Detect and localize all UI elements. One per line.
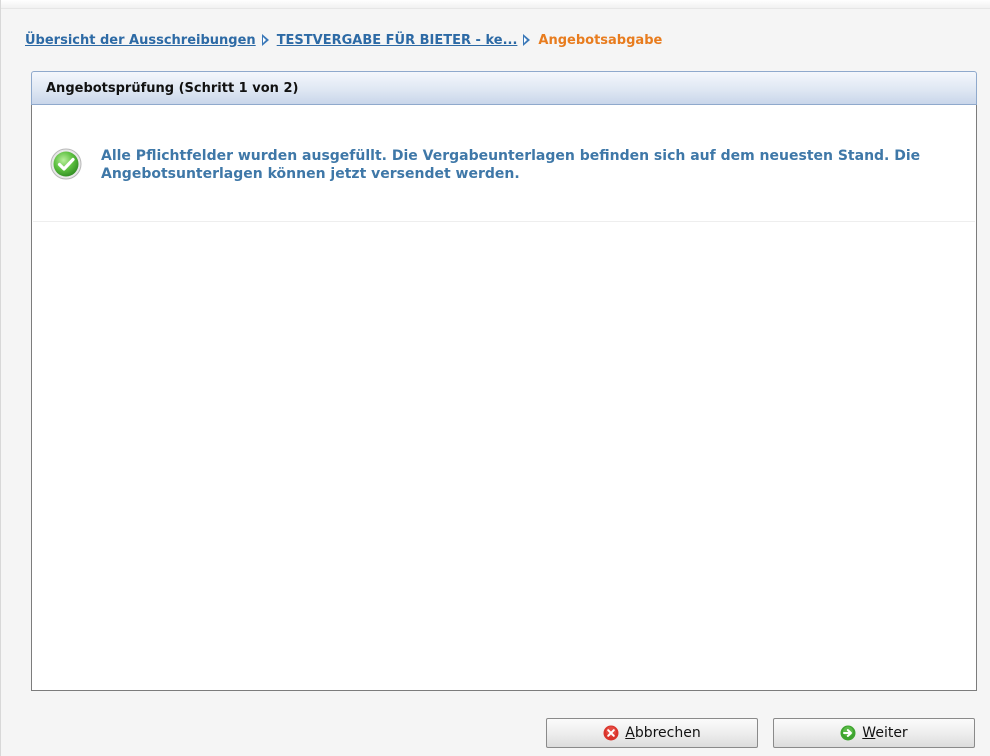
panel-title: Angebotsprüfung (Schritt 1 von 2) [46,80,299,96]
breadcrumb-separator-icon [261,34,269,46]
validation-message-row: Alle Pflichtfelder wurden ausgefüllt. Di… [33,105,975,222]
next-button-mnemonic: W [862,725,876,741]
application-window: Übersicht der Ausschreibungen TESTVERGAB… [0,0,990,756]
success-check-icon [50,148,82,180]
validation-message: Alle Pflichtfelder wurden ausgefüllt. Di… [101,147,959,183]
breadcrumb-current-page: Angebotsabgabe [538,32,663,48]
breadcrumb-separator-icon [523,34,531,46]
next-button-label: Weiter [862,725,907,741]
breadcrumb: Übersicht der Ausschreibungen TESTVERGAB… [25,28,662,52]
cancel-button-mnemonic: A [625,725,635,741]
panel-title-bar: Angebotsprüfung (Schritt 1 von 2) [31,71,977,105]
validation-message-line-2: Angebotsunterlagen können jetzt versende… [101,166,520,182]
arrow-right-icon [840,725,856,741]
breadcrumb-link-tender[interactable]: TESTVERGABE FÜR BIETER - ke... [277,33,518,48]
window-top-edge [1,0,990,9]
validation-message-line-1: Alle Pflichtfelder wurden ausgefüllt. Di… [101,148,921,164]
panel-content: Alle Pflichtfelder wurden ausgefüllt. Di… [31,105,977,691]
next-button-label-rest: eiter [875,725,908,741]
cancel-button[interactable]: Abbrechen [546,718,758,748]
next-button[interactable]: Weiter [773,718,975,748]
breadcrumb-link-overview[interactable]: Übersicht der Ausschreibungen [25,33,256,48]
cancel-x-icon [603,725,619,741]
cancel-button-label-rest: bbrechen [634,725,701,741]
cancel-button-label: Abbrechen [625,725,700,741]
